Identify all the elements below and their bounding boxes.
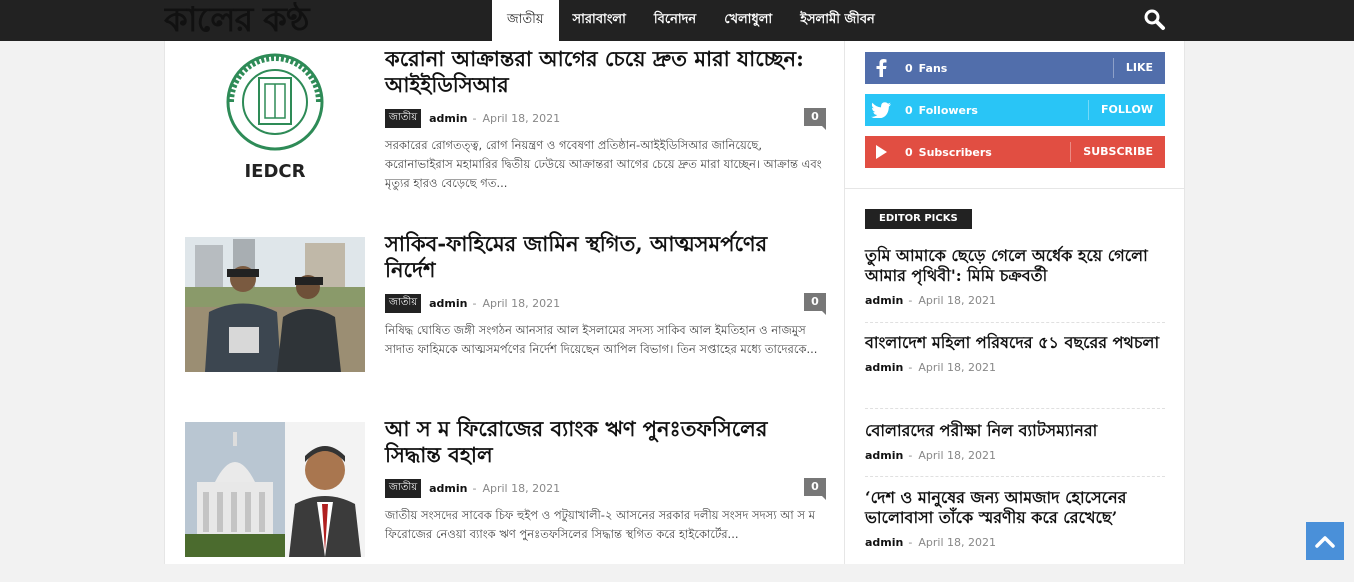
court-and-portrait-photo bbox=[185, 422, 365, 557]
editor-pick-title[interactable]: তুমি আমাকে ছেড়ে গেলে অর্ধেক হয়ে গেলো আ… bbox=[865, 246, 1165, 286]
item-separator bbox=[865, 322, 1165, 323]
facebook-icon bbox=[865, 52, 897, 84]
iedcr-caption: IEDCR bbox=[244, 161, 305, 182]
article-title[interactable]: আ স ম ফিরোজের ব্যাংক ঋণ পুনঃতফসিলের সিদ্… bbox=[385, 416, 805, 468]
article-thumbnail[interactable] bbox=[185, 422, 365, 557]
search-icon bbox=[1144, 9, 1165, 30]
editor-pick-title[interactable]: বোলারদের পরীক্ষা নিল ব্যাটসম্যানরা bbox=[865, 421, 1165, 441]
article-meta: জাতীয় admin - April 18, 2021 bbox=[385, 293, 561, 313]
meta-separator: - bbox=[472, 481, 477, 495]
nav-item-national[interactable]: জাতীয় bbox=[492, 0, 559, 41]
editor-pick-meta: admin - April 18, 2021 bbox=[865, 361, 1165, 374]
scroll-to-top-button[interactable] bbox=[1306, 522, 1344, 560]
twitter-followers-button[interactable]: 0 Followers FOLLOW bbox=[865, 94, 1165, 126]
category-badge[interactable]: জাতীয় bbox=[385, 293, 422, 313]
author-link[interactable]: admin bbox=[429, 112, 467, 125]
comment-count[interactable]: 0 bbox=[804, 108, 826, 130]
editor-picks-heading: EDITOR PICKS bbox=[865, 209, 972, 229]
author-link[interactable]: admin bbox=[865, 361, 903, 374]
author-link[interactable]: admin bbox=[865, 294, 903, 307]
youtube-icon bbox=[865, 136, 897, 168]
editor-pick-meta: admin - April 18, 2021 bbox=[865, 294, 1165, 307]
article-date: April 18, 2021 bbox=[482, 111, 561, 125]
editor-pick-item: তুমি আমাকে ছেড়ে গেলে অর্ধেক হয়ে গেলো আ… bbox=[865, 246, 1165, 307]
top-navigation-bar: কালের কণ্ঠ জাতীয় সারাবাংলা বিনোদন খেলাধ… bbox=[0, 0, 1354, 41]
article-card: সাকিব-ফাহিমের জামিন স্থগিত, আত্মসমর্পণের… bbox=[185, 231, 826, 397]
site-logo-text: কালের কণ্ঠ bbox=[164, 2, 310, 39]
meta-separator: - bbox=[908, 536, 913, 549]
facebook-count: 0 bbox=[905, 61, 913, 75]
nav-item-sports[interactable]: খেলাধুলা bbox=[710, 0, 786, 41]
category-badge[interactable]: জাতীয় bbox=[385, 478, 422, 498]
article-thumbnail[interactable] bbox=[185, 237, 365, 372]
article-excerpt: জাতীয় সংসদের সাবেক চিফ হুইপ ও পটুয়াখাল… bbox=[385, 508, 815, 541]
site-logo[interactable]: কালের কণ্ঠ bbox=[164, 2, 368, 39]
meta-separator: - bbox=[472, 111, 477, 125]
chevron-up-icon bbox=[1315, 536, 1335, 548]
article-card: আ স ম ফিরোজের ব্যাংক ঋণ পুনঃতফসিলের সিদ্… bbox=[185, 416, 826, 582]
twitter-icon bbox=[865, 94, 897, 126]
iedcr-logo-image: IEDCR bbox=[226, 53, 324, 182]
editor-pick-date: April 18, 2021 bbox=[918, 536, 996, 549]
editor-pick-meta: admin - April 18, 2021 bbox=[865, 449, 1165, 462]
article-title[interactable]: সাকিব-ফাহিমের জামিন স্থগিত, আত্মসমর্পণের… bbox=[385, 231, 805, 283]
editor-pick-date: April 18, 2021 bbox=[918, 294, 996, 307]
editor-pick-meta: admin - April 18, 2021 bbox=[865, 536, 1165, 549]
editor-pick-date: April 18, 2021 bbox=[918, 449, 996, 462]
meta-separator: - bbox=[472, 296, 477, 310]
search-button[interactable] bbox=[1140, 6, 1170, 34]
nav-item-entertainment[interactable]: বিনোদন bbox=[640, 0, 710, 41]
two-men-photo bbox=[185, 237, 365, 372]
twitter-follow-action[interactable]: FOLLOW bbox=[1088, 100, 1165, 120]
category-badge[interactable]: জাতীয় bbox=[385, 108, 422, 128]
youtube-label: Subscribers bbox=[918, 145, 992, 159]
comment-count[interactable]: 0 bbox=[804, 293, 826, 315]
column-divider bbox=[844, 41, 845, 564]
article-title[interactable]: করোনা আক্রান্তরা আগের চেয়ে দ্রুত মারা য… bbox=[385, 46, 805, 98]
article-card: IEDCR করোনা আক্রান্তরা আগের চেয়ে দ্রুত … bbox=[185, 46, 826, 212]
comment-count[interactable]: 0 bbox=[804, 478, 826, 500]
article-excerpt: সরকারের রোগতত্ত্ব, রোগ নিয়ন্ত্রণ ও গবেষ… bbox=[385, 138, 822, 190]
twitter-count: 0 bbox=[905, 103, 913, 117]
editor-pick-date: April 18, 2021 bbox=[918, 361, 996, 374]
meta-separator: - bbox=[908, 449, 913, 462]
article-excerpt: নিষিদ্ধ ঘোষিত জঙ্গী সংগঠন আনসার আল ইসলাম… bbox=[385, 323, 818, 356]
item-separator bbox=[865, 476, 1165, 477]
nav-item-country[interactable]: সারাবাংলা bbox=[559, 0, 640, 41]
editor-pick-item: বোলারদের পরীক্ষা নিল ব্যাটসম্যানরা admin… bbox=[865, 421, 1165, 462]
meta-separator: - bbox=[908, 294, 913, 307]
editor-pick-item: ‘দেশ ও মানুষের জন্য আমজাদ হোসেনের ভালোবা… bbox=[865, 488, 1165, 549]
meta-separator: - bbox=[908, 361, 913, 374]
twitter-label: Followers bbox=[918, 103, 978, 117]
item-separator bbox=[865, 408, 1165, 409]
youtube-subscribers-button[interactable]: 0 Subscribers SUBSCRIBE bbox=[865, 136, 1165, 168]
editor-pick-item: বাংলাদেশ মহিলা পরিষদের ৫১ বছরের পথচলা ad… bbox=[865, 333, 1165, 374]
article-thumbnail[interactable]: IEDCR bbox=[185, 52, 365, 187]
article-meta: জাতীয় admin - April 18, 2021 bbox=[385, 478, 561, 498]
editor-pick-title[interactable]: ‘দেশ ও মানুষের জন্য আমজাদ হোসেনের ভালোবা… bbox=[865, 488, 1165, 528]
author-link[interactable]: admin bbox=[429, 297, 467, 310]
sidebar-divider bbox=[845, 188, 1184, 189]
article-date: April 18, 2021 bbox=[482, 481, 561, 495]
youtube-subscribe-action[interactable]: SUBSCRIBE bbox=[1070, 142, 1165, 162]
article-date: April 18, 2021 bbox=[482, 296, 561, 310]
article-meta: জাতীয় admin - April 18, 2021 bbox=[385, 108, 561, 128]
author-link[interactable]: admin bbox=[865, 449, 903, 462]
facebook-like-action[interactable]: LIKE bbox=[1112, 58, 1165, 78]
nav-item-islamic-life[interactable]: ইসলামী জীবন bbox=[786, 0, 889, 41]
author-link[interactable]: admin bbox=[429, 482, 467, 495]
youtube-count: 0 bbox=[905, 145, 913, 159]
main-menu: জাতীয় সারাবাংলা বিনোদন খেলাধুলা ইসলামী … bbox=[492, 0, 889, 41]
facebook-fans-button[interactable]: 0 Fans LIKE bbox=[865, 52, 1165, 84]
facebook-label: Fans bbox=[918, 61, 948, 75]
editor-pick-title[interactable]: বাংলাদেশ মহিলা পরিষদের ৫১ বছরের পথচলা bbox=[865, 333, 1165, 353]
author-link[interactable]: admin bbox=[865, 536, 903, 549]
